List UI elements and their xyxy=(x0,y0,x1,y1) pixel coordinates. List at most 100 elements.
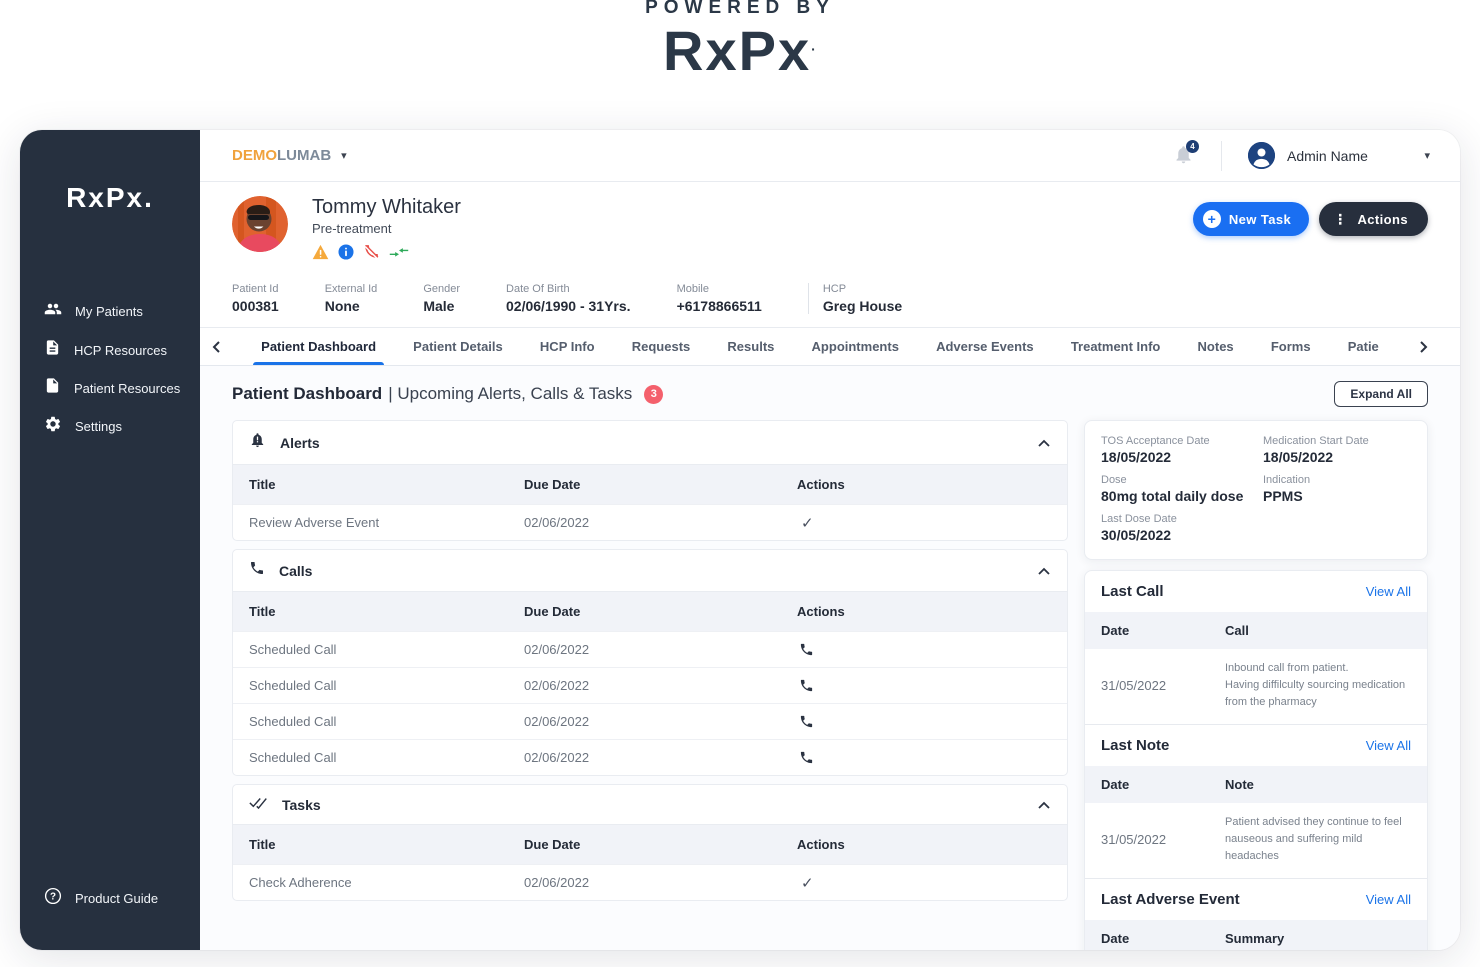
patient-header: Tommy Whitaker Pre-treatment + New Task … xyxy=(200,182,1460,275)
tab-adverse-events[interactable]: Adverse Events xyxy=(936,328,1034,365)
notification-count-badge: 4 xyxy=(1186,139,1199,153)
tabs-scroll-right-icon[interactable] xyxy=(1416,340,1430,354)
table-row: Scheduled Call 02/06/2022 xyxy=(233,703,1067,739)
sidebar-item-my-patients[interactable]: My Patients xyxy=(20,292,200,331)
tab-patient-details[interactable]: Patient Details xyxy=(413,328,503,365)
chevron-up-icon[interactable] xyxy=(1037,438,1051,448)
info-field-external-id: External Id None xyxy=(324,283,378,314)
tasks-table-header: Title Due Date Actions xyxy=(233,825,1067,864)
table-row: Scheduled Call 02/06/2022 xyxy=(233,739,1067,775)
sidebar-item-settings[interactable]: Settings xyxy=(20,407,200,446)
double-check-icon xyxy=(249,795,268,814)
phone-icon[interactable] xyxy=(797,750,1051,765)
tab-results[interactable]: Results xyxy=(727,328,774,365)
new-task-label: New Task xyxy=(1228,211,1292,227)
dashboard-right-column: TOS Acceptance Date 18/05/2022 Medicatio… xyxy=(1084,420,1428,950)
caret-down-icon: ▾ xyxy=(1424,150,1430,162)
tab-requests[interactable]: Requests xyxy=(632,328,691,365)
row-due-date: 02/06/2022 xyxy=(524,714,590,729)
patient-avatar xyxy=(232,196,288,252)
row-title: Review Adverse Event xyxy=(249,515,380,530)
question-circle-icon: ? xyxy=(44,887,62,910)
phone-icon[interactable] xyxy=(797,642,1051,657)
svg-text:?: ? xyxy=(50,892,56,903)
merge-arrows-icon[interactable] xyxy=(389,245,409,264)
table-row: Check Adherence 02/06/2022 ✓ xyxy=(233,864,1067,900)
sidebar-nav: My Patients HCP Resources Patient Resour… xyxy=(20,292,200,446)
phone-disabled-icon[interactable] xyxy=(363,243,380,265)
tab-appointments[interactable]: Appointments xyxy=(812,328,899,365)
patient-header-actions: + New Task ⋮ Actions xyxy=(1192,202,1428,236)
tab-treatment-info[interactable]: Treatment Info xyxy=(1071,328,1161,365)
last-adverse-event-header: Last Adverse Event View All xyxy=(1085,878,1427,920)
tab-forms[interactable]: Forms xyxy=(1271,328,1311,365)
sidebar-item-label: Patient Resources xyxy=(74,380,181,396)
people-icon xyxy=(44,300,62,323)
product-name-demo: DEMO xyxy=(232,146,277,164)
row-due-date: 02/06/2022 xyxy=(524,678,590,693)
info-divider xyxy=(807,283,809,314)
chevron-up-icon[interactable] xyxy=(1037,800,1051,810)
summary-field-dose: Dose 80mg total daily dose xyxy=(1101,474,1244,504)
row-text: Patient advised they continue to feel na… xyxy=(1225,816,1402,863)
patient-identity: Tommy Whitaker Pre-treatment xyxy=(232,196,461,265)
warning-triangle-icon[interactable] xyxy=(312,244,329,265)
tab-notes[interactable]: Notes xyxy=(1198,328,1234,365)
document-lines-icon xyxy=(44,339,61,361)
sidebar-item-hcp-resources[interactable]: HCP Resources xyxy=(20,331,200,369)
alerts-card-header: Alerts xyxy=(233,421,1067,465)
actions-button[interactable]: ⋮ Actions xyxy=(1319,202,1428,236)
table-row: Review Adverse Event 02/06/2022 ✓ xyxy=(233,504,1067,540)
summary-field-last-dose: Last Dose Date 30/05/2022 xyxy=(1101,513,1177,543)
row-due-date: 02/06/2022 xyxy=(524,750,590,765)
view-all-notes-link[interactable]: View All xyxy=(1366,738,1411,753)
row-title: Check Adherence xyxy=(249,875,352,890)
tabs-scroll-left-icon[interactable] xyxy=(210,340,224,354)
table-row: 31/05/2022 Inbound call from patient. Ha… xyxy=(1085,649,1427,724)
notifications-button[interactable]: 4 xyxy=(1173,139,1199,168)
dashboard-header: Patient Dashboard | Upcoming Alerts, Cal… xyxy=(232,381,1428,407)
view-all-adverse-events-link[interactable]: View All xyxy=(1366,892,1411,907)
last-call-table-header: Date Call xyxy=(1085,612,1427,649)
rxpx-logo: RxPx. xyxy=(663,19,817,82)
sidebar-item-label: Settings xyxy=(75,419,122,434)
check-icon[interactable]: ✓ xyxy=(797,874,1051,892)
phone-icon xyxy=(249,560,265,581)
document-icon xyxy=(44,377,61,399)
dashboard: Patient Dashboard | Upcoming Alerts, Cal… xyxy=(200,366,1460,950)
info-circle-icon[interactable] xyxy=(338,243,354,265)
topbar-divider xyxy=(1221,140,1222,171)
plus-icon: + xyxy=(1202,210,1221,228)
tab-patient-clipped[interactable]: Patie xyxy=(1348,328,1379,365)
chevron-up-icon[interactable] xyxy=(1037,566,1051,576)
sidebar: RxPx. My Patients HCP Resources Patient … xyxy=(20,130,200,950)
expand-all-button[interactable]: Expand All xyxy=(1334,381,1428,407)
product-switcher[interactable]: DEMOLUMAB ▾ xyxy=(232,147,347,165)
info-field-hcp: HCP Greg House xyxy=(822,283,903,314)
row-title: Scheduled Call xyxy=(249,642,337,657)
user-menu[interactable]: Admin Name ▾ xyxy=(1248,142,1438,169)
patient-tabs: Patient Dashboard Patient Details HCP In… xyxy=(200,328,1460,366)
view-all-calls-link[interactable]: View All xyxy=(1366,584,1411,599)
info-field-dob: Date Of Birth 02/06/1990 - 31Yrs. xyxy=(506,283,631,314)
new-task-button[interactable]: + New Task xyxy=(1192,202,1310,236)
row-date: 31/05/2022 xyxy=(1101,678,1167,694)
row-due-date: 02/06/2022 xyxy=(524,875,590,890)
sidebar-item-patient-resources[interactable]: Patient Resources xyxy=(20,369,200,407)
sidebar-item-product-guide[interactable]: ? Product Guide xyxy=(20,879,200,918)
sidebar-footer: ? Product Guide xyxy=(20,879,200,918)
info-field-gender: Gender Male xyxy=(423,283,461,314)
row-title: Scheduled Call xyxy=(249,678,337,693)
last-call-header: Last Call View All xyxy=(1101,583,1411,600)
check-icon[interactable]: ✓ xyxy=(797,514,1051,532)
dashboard-body: Alerts Title Due Date Actions Review Adv… xyxy=(200,420,1460,950)
gear-icon xyxy=(44,415,62,438)
tab-patient-dashboard[interactable]: Patient Dashboard xyxy=(253,328,384,365)
patient-status: Pre-treatment xyxy=(312,221,392,236)
powered-by-branding: POWERED BY RxPx. xyxy=(0,0,1480,79)
user-avatar-icon xyxy=(1248,142,1275,169)
phone-icon[interactable] xyxy=(797,678,1051,693)
phone-icon[interactable] xyxy=(797,714,1051,729)
patient-flag-icons xyxy=(312,243,461,265)
tab-hcp-info[interactable]: HCP Info xyxy=(540,328,595,365)
